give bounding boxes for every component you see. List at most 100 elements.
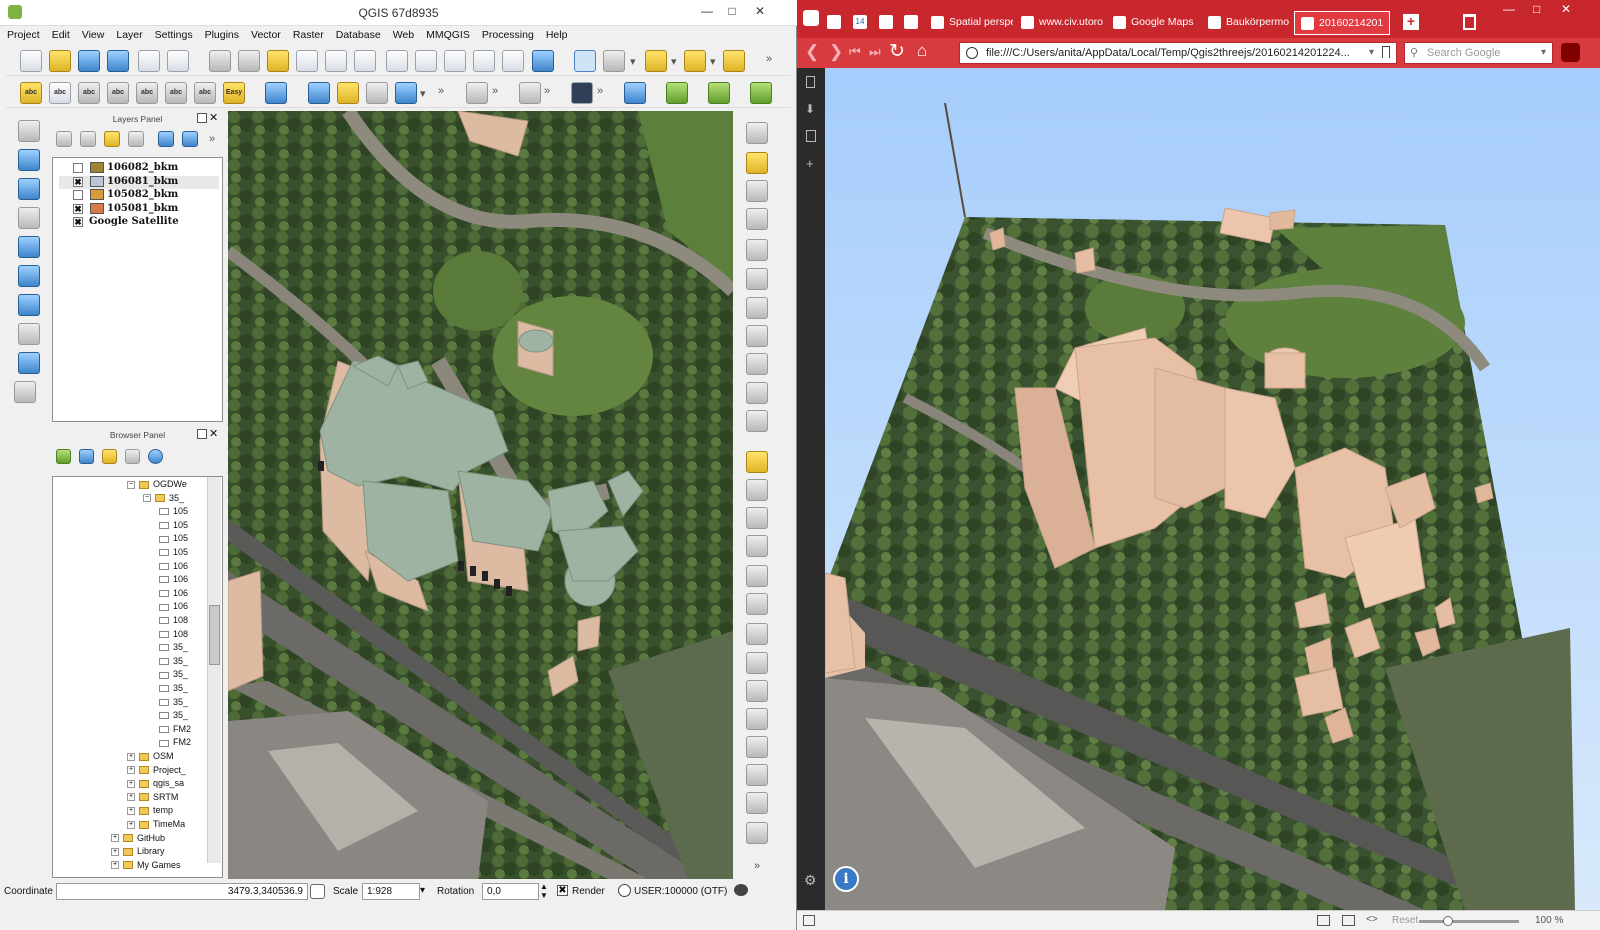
browser-tree-item[interactable]: 108	[159, 615, 188, 628]
browser-tree-item[interactable]: 105	[159, 547, 188, 560]
menu-vector[interactable]: Vector	[244, 26, 286, 41]
zoom-out-icon[interactable]	[325, 50, 347, 72]
easy-custom-labeling-icon[interactable]: Easy	[223, 82, 245, 104]
chevron-down-icon[interactable]: ▾	[710, 55, 720, 68]
add-wcs-layer-icon[interactable]	[18, 265, 40, 287]
notes-icon[interactable]	[806, 130, 816, 142]
browser-tree-item[interactable]: − 35_	[143, 493, 184, 506]
merge-features-icon[interactable]	[746, 822, 768, 844]
browser-tab[interactable]	[821, 11, 845, 35]
delete-selected-icon[interactable]	[746, 325, 768, 347]
undo-icon[interactable]	[746, 507, 768, 529]
menu-web[interactable]: Web	[386, 26, 419, 41]
toolbar-overflow-icon[interactable]: »	[492, 85, 502, 97]
toolbar-overflow-icon[interactable]: »	[754, 860, 764, 872]
filter-icon[interactable]	[104, 131, 120, 147]
image-toggle-icon[interactable]	[1342, 915, 1355, 926]
digitize-icon[interactable]	[571, 82, 593, 104]
coordinate-field[interactable]: 3479.3,340536.9	[56, 883, 308, 900]
open-project-icon[interactable]	[49, 50, 71, 72]
menu-layer[interactable]: Layer	[109, 26, 147, 41]
expand-icon[interactable]: +	[111, 861, 119, 870]
pencil-tool-icon[interactable]	[366, 82, 388, 104]
close-icon[interactable]: ✕	[209, 427, 218, 440]
pan-to-selection-icon[interactable]	[267, 50, 289, 72]
add-part-icon[interactable]	[746, 623, 768, 645]
layer-visibility-checkbox[interactable]: ✖	[73, 203, 83, 214]
trash-icon[interactable]	[1463, 14, 1476, 30]
add-feature-icon[interactable]	[746, 208, 768, 230]
expand-icon[interactable]: +	[111, 834, 119, 843]
add-virtual-layer-icon[interactable]	[14, 381, 36, 403]
change-label-icon[interactable]: abc	[165, 82, 187, 104]
advanced-digitizing-icon[interactable]	[746, 451, 768, 473]
new-tab-icon[interactable]: +	[1403, 14, 1419, 30]
add-panel-icon[interactable]: +	[806, 156, 814, 171]
add-selected-layers-icon[interactable]	[56, 449, 71, 464]
save-as-icon[interactable]	[107, 50, 129, 72]
menu-plugins[interactable]: Plugins	[198, 26, 244, 41]
browser-tree-item[interactable]: + OSM	[127, 751, 174, 764]
browser-tree-item[interactable]: 108	[159, 629, 188, 642]
expand-icon[interactable]: −	[143, 494, 151, 503]
browser-tree-item[interactable]: 35_	[159, 669, 188, 682]
bookmarks-icon[interactable]	[806, 76, 815, 88]
new-print-composer-icon[interactable]	[138, 50, 160, 72]
move-label-icon[interactable]: abc	[107, 82, 129, 104]
maximize-button[interactable]: □	[720, 0, 744, 22]
rotation-stepper-icon[interactable]: ▲ ▼	[540, 882, 548, 900]
info-button-icon[interactable]: i	[833, 866, 859, 892]
menu-raster[interactable]: Raster	[286, 26, 329, 41]
address-bar[interactable]: file:///C:/Users/anita/AppData/Local/Tem…	[959, 42, 1397, 64]
plugin-icon[interactable]	[666, 82, 688, 104]
rotation-field[interactable]: 0,0	[482, 883, 539, 900]
render-checkbox[interactable]: ✖	[557, 885, 568, 896]
minimize-button[interactable]: —	[1503, 2, 1515, 16]
gear-icon[interactable]	[337, 82, 359, 104]
add-postgis-layer-icon[interactable]	[18, 178, 40, 200]
identify-icon[interactable]	[574, 50, 596, 72]
browser-tree-item[interactable]: 35_	[159, 697, 188, 710]
float-icon[interactable]	[197, 113, 207, 123]
zoom-next-icon[interactable]	[502, 50, 524, 72]
show-hide-labels-icon[interactable]: abc	[78, 82, 100, 104]
browser-tree-scrollbar[interactable]	[207, 477, 221, 863]
browser-tree-item[interactable]: 106	[159, 601, 188, 614]
filter-icon[interactable]	[102, 449, 117, 464]
page-tiling-icon[interactable]	[1317, 915, 1330, 926]
offset-curve-icon[interactable]	[746, 764, 768, 786]
save-project-icon[interactable]	[78, 50, 100, 72]
paste-features-icon[interactable]	[746, 410, 768, 432]
add-delimited-text-icon[interactable]	[18, 323, 40, 345]
browser-tree-item[interactable]: 106	[159, 588, 188, 601]
browser-tree-item[interactable]: FM2	[159, 724, 191, 737]
browser-tree-item[interactable]: 35_	[159, 656, 188, 669]
page-actions-icon[interactable]: <>	[1366, 914, 1378, 925]
crosshair-icon[interactable]	[519, 82, 541, 104]
new-shapefile-icon[interactable]	[18, 352, 40, 374]
save-edits-icon[interactable]	[746, 180, 768, 202]
minimize-button[interactable]: —	[695, 0, 719, 22]
toolbar-overflow-icon[interactable]: »	[597, 85, 607, 97]
browser-tree-item[interactable]: + GitHub	[111, 833, 165, 846]
refresh-icon[interactable]	[532, 50, 554, 72]
browser-tree-item[interactable]: 105	[159, 506, 188, 519]
browser-tree-item[interactable]: + qgis_sa	[127, 778, 184, 791]
zoom-full-icon[interactable]	[386, 50, 408, 72]
touch-zoom-icon[interactable]	[209, 50, 231, 72]
expand-all-icon[interactable]	[158, 131, 174, 147]
add-raster-layer-icon[interactable]	[18, 149, 40, 171]
zoom-to-layer-icon[interactable]	[444, 50, 466, 72]
reset-zoom-button[interactable]: Reset	[1392, 915, 1418, 926]
chevron-down-icon[interactable]: ▾	[420, 885, 425, 896]
expand-icon[interactable]: +	[127, 807, 135, 816]
chevron-down-icon[interactable]: ▾	[1541, 43, 1546, 63]
downloads-icon[interactable]: ⬇	[805, 102, 815, 116]
browser-tree-item[interactable]: + Library	[111, 846, 165, 859]
fill-ring-icon[interactable]	[746, 652, 768, 674]
filter-expression-icon[interactable]	[128, 131, 144, 147]
toolbar-overflow-icon[interactable]: »	[766, 53, 776, 65]
browser-tree-item[interactable]: 106	[159, 574, 188, 587]
zoom-in-icon[interactable]	[296, 50, 318, 72]
layer-visibility-checkbox[interactable]: ✖	[73, 176, 83, 187]
